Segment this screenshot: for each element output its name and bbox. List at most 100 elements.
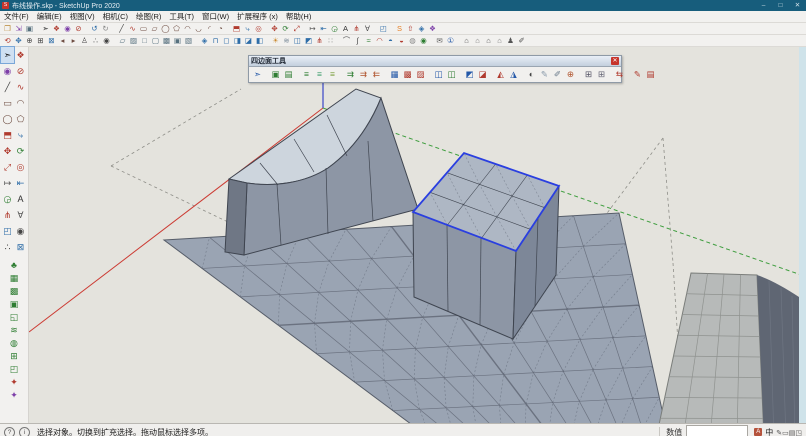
lt-protractor-icon[interactable]: ◶ bbox=[1, 191, 14, 207]
offset-icon[interactable]: ◎ bbox=[253, 24, 264, 34]
lt-text-icon[interactable]: A bbox=[14, 191, 27, 207]
qft-build-wedges-icon[interactable]: ◫ bbox=[445, 68, 458, 81]
axes-tool-icon[interactable]: ⋔ bbox=[351, 24, 362, 34]
plugin-drape-icon[interactable]: ◍ bbox=[7, 337, 20, 350]
select-tool-icon[interactable]: ➣ bbox=[40, 24, 51, 34]
ime-indicator-icon[interactable]: A bbox=[754, 428, 762, 436]
lt-circle-icon[interactable]: ◯ bbox=[1, 111, 14, 127]
hidden-line-style-icon[interactable]: ▢ bbox=[150, 36, 161, 46]
three-point-arc-icon[interactable]: ◜ bbox=[204, 24, 215, 34]
previous-view-icon[interactable]: ◂ bbox=[57, 36, 68, 46]
qft-select-ring-icon[interactable]: ⇉ bbox=[344, 68, 357, 81]
position-camera-icon[interactable]: ♙ bbox=[79, 36, 90, 46]
menu-item-5[interactable]: 工具(T) bbox=[165, 11, 198, 22]
measurements-input[interactable] bbox=[686, 425, 748, 436]
viewport-canvas[interactable] bbox=[29, 47, 806, 423]
quadface-toolbar-titlebar[interactable]: 四边面工具 ✕ bbox=[249, 56, 621, 67]
lt-follow-me-icon[interactable]: ⤷ bbox=[14, 127, 27, 143]
lt-polygon-icon[interactable]: ⬠ bbox=[14, 111, 27, 127]
lt-rectangle-icon[interactable]: ▭ bbox=[1, 95, 14, 111]
plugin-sandbox-icon[interactable]: ≋ bbox=[7, 324, 20, 337]
qft-uv-copy-icon[interactable]: ⊞ bbox=[595, 68, 608, 81]
material-sphere-icon[interactable]: ◍ bbox=[407, 36, 418, 46]
render-icon[interactable]: ◉ bbox=[418, 36, 429, 46]
menu-item-1[interactable]: 编辑(E) bbox=[33, 11, 66, 22]
arc-icon[interactable]: ◠ bbox=[182, 24, 193, 34]
menu-item-0[interactable]: 文件(F) bbox=[0, 11, 33, 22]
solid-subtract-icon[interactable]: ◒ bbox=[396, 36, 407, 46]
lt-arc-icon[interactable]: ◠ bbox=[14, 95, 27, 111]
qft-grow-loop-icon[interactable]: ≡ bbox=[313, 68, 326, 81]
qft-uv-paste-icon[interactable]: ⇆ bbox=[613, 68, 626, 81]
top-view-icon[interactable]: ⊓ bbox=[210, 36, 221, 46]
qft-about-icon[interactable]: ▤ bbox=[644, 68, 657, 81]
qft-insert-loop-icon[interactable]: ◭ bbox=[494, 68, 507, 81]
north-arrow-icon[interactable]: ⇧ bbox=[405, 24, 416, 34]
menu-item-7[interactable]: 扩展程序 (x) bbox=[233, 11, 282, 22]
zoom-extents-icon[interactable]: ⊠ bbox=[46, 36, 57, 46]
qft-build-corners-icon[interactable]: ◫ bbox=[432, 68, 445, 81]
plugin-marker-icon[interactable]: ✦ bbox=[7, 376, 20, 389]
qft-grow-ring-icon[interactable]: ⇉ bbox=[357, 68, 370, 81]
qft-grow-selection-icon[interactable]: ▣ bbox=[269, 68, 282, 81]
mail-icon[interactable]: ✉ bbox=[434, 36, 445, 46]
left-view-icon[interactable]: ◧ bbox=[254, 36, 265, 46]
solid-union-icon[interactable]: ◓ bbox=[385, 36, 396, 46]
ime-board-icon[interactable]: ▭ bbox=[782, 430, 789, 436]
plugin-grid-icon[interactable]: ▦ bbox=[7, 272, 20, 285]
move-icon[interactable]: ✥ bbox=[269, 24, 280, 34]
qft-triangulate-icon[interactable]: ◩ bbox=[463, 68, 476, 81]
lt-offset-icon[interactable]: ◎ bbox=[14, 159, 27, 175]
lt-paint-bucket-icon[interactable]: ◉ bbox=[1, 63, 14, 79]
plugin-mesh-icon[interactable]: ⊞ bbox=[7, 350, 20, 363]
instructor-icon[interactable]: ◈ bbox=[416, 24, 427, 34]
rotate-icon[interactable]: ⟳ bbox=[280, 24, 291, 34]
lt-walk-icon[interactable]: ∴ bbox=[1, 239, 14, 255]
qft-make-planar-icon[interactable]: ⊕ bbox=[564, 68, 577, 81]
polygon-icon[interactable]: ⬠ bbox=[171, 24, 182, 34]
qft-convert-blender-quads-icon[interactable]: ▩ bbox=[401, 68, 414, 81]
maximize-button[interactable]: □ bbox=[772, 0, 789, 11]
paint-bucket-icon[interactable]: ◉ bbox=[62, 24, 73, 34]
monochrome-style-icon[interactable]: ▧ bbox=[183, 36, 194, 46]
lt-tape-measure-icon[interactable]: ↦ bbox=[1, 175, 14, 191]
eraser-icon[interactable]: ⊘ bbox=[73, 24, 84, 34]
lt-move-icon[interactable]: ✥ bbox=[1, 143, 14, 159]
minimize-button[interactable]: – bbox=[755, 0, 772, 11]
textured-style-icon[interactable]: ▣ bbox=[172, 36, 183, 46]
house-component-3-icon[interactable]: ⌂ bbox=[483, 36, 494, 46]
lt-3d-text-icon[interactable]: ∀ bbox=[14, 207, 27, 223]
front-view-icon[interactable]: ◻ bbox=[221, 36, 232, 46]
iso-view-icon[interactable]: ◈ bbox=[199, 36, 210, 46]
make-component-icon[interactable]: ❖ bbox=[51, 24, 62, 34]
quadface-toolbar-close-icon[interactable]: ✕ bbox=[611, 57, 619, 65]
qft-uv-map-icon[interactable]: ⊞ bbox=[582, 68, 595, 81]
menu-item-3[interactable]: 相机(C) bbox=[99, 11, 132, 22]
qft-shrink-loop-icon[interactable]: ≡ bbox=[326, 68, 339, 81]
menu-item-4[interactable]: 绘图(R) bbox=[132, 11, 165, 22]
qft-select-loop-icon[interactable]: ≡ bbox=[300, 68, 313, 81]
fog-icon[interactable]: ≋ bbox=[281, 36, 292, 46]
rotated-rectangle-icon[interactable]: ▱ bbox=[149, 24, 160, 34]
lt-zoom-extents-icon[interactable]: ⊠ bbox=[14, 239, 27, 255]
model-viewport[interactable]: 四边面工具 ✕ ➣▣▤≡≡≡⇉⇉⇇▦▩▨◫◫◩◪◭◮◐✎✐⊕⊞⊞⇆✎▤ bbox=[29, 47, 806, 423]
zoom-icon[interactable]: ⊕ bbox=[24, 36, 35, 46]
push-pull-icon[interactable]: ⬒ bbox=[231, 24, 242, 34]
qft-convert-connected-icon[interactable]: ▨ bbox=[414, 68, 427, 81]
qft-smooth-quads-icon[interactable]: ✎ bbox=[538, 68, 551, 81]
house-component-4-icon[interactable]: ⌂ bbox=[494, 36, 505, 46]
lt-look-around-icon[interactable]: ◉ bbox=[14, 223, 27, 239]
right-view-icon[interactable]: ◨ bbox=[232, 36, 243, 46]
menu-item-2[interactable]: 视图(V) bbox=[66, 11, 99, 22]
qft-auto-smooth-icon[interactable]: ◐ bbox=[525, 68, 538, 81]
lt-select-icon[interactable]: ➣ bbox=[1, 47, 14, 63]
import-icon[interactable]: ⇲ bbox=[13, 24, 24, 34]
lt-rotate-icon[interactable]: ⟳ bbox=[14, 143, 27, 159]
shaded-style-icon[interactable]: ▩ bbox=[161, 36, 172, 46]
tape-measure-icon[interactable]: ↦ bbox=[307, 24, 318, 34]
ime-settings-icon[interactable]: ◳ bbox=[795, 430, 802, 436]
back-view-icon[interactable]: ◪ bbox=[243, 36, 254, 46]
plugin-stamp-icon[interactable]: ◰ bbox=[7, 363, 20, 376]
scale-icon[interactable]: ⤢ bbox=[291, 24, 302, 34]
zoom-window-icon[interactable]: ⊞ bbox=[35, 36, 46, 46]
